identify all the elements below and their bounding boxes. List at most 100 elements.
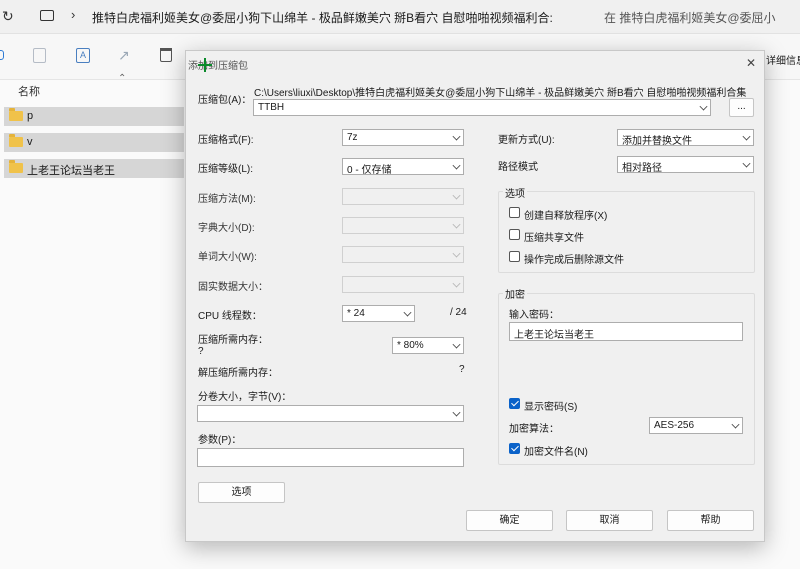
sort-chevron-icon: ⌃ — [118, 73, 127, 84]
folder-row[interactable]: p — [4, 107, 184, 126]
cursor-crosshair-icon — [198, 58, 212, 72]
chevron-right-icon: › — [71, 7, 76, 22]
level-value: 0 - 仅存储 — [347, 165, 392, 175]
method-select — [342, 188, 464, 205]
split-select[interactable] — [197, 405, 464, 422]
options-group-title: 选项 — [503, 185, 527, 200]
method-label: 压缩方法(M): — [198, 194, 256, 205]
delete-icon[interactable] — [160, 48, 172, 62]
chevron-down-icon — [731, 420, 740, 429]
chevron-down-icon — [452, 220, 461, 229]
show-password-label[interactable]: 显示密码(S) — [524, 398, 577, 413]
decomp-label: 解压缩所需内存： — [198, 368, 278, 379]
password-label: 输入密码： — [509, 310, 559, 321]
search-box[interactable]: 在 推特白虎福利姬美女@委屈小 — [604, 9, 794, 26]
password-input[interactable]: 上老王论坛当老王 — [509, 322, 743, 341]
mem-label: 压缩所需内存： — [198, 335, 268, 346]
close-icon[interactable]: ✕ — [746, 56, 756, 70]
word-label: 单词大小(W): — [198, 252, 257, 263]
format-value: 7z — [347, 132, 358, 143]
format-label: 压缩格式(F): — [198, 135, 254, 146]
ok-button[interactable]: 确定 — [466, 510, 553, 531]
archive-name-value: TTBH — [258, 102, 285, 113]
cancel-button[interactable]: 取消 — [566, 510, 653, 531]
mem-select[interactable]: * 80% — [392, 337, 464, 354]
sfx-checkbox[interactable] — [509, 207, 520, 218]
decomp-question: ? — [459, 364, 465, 375]
folder-row[interactable]: v — [4, 133, 184, 152]
archive-name-combo[interactable]: TTBH — [253, 99, 711, 116]
delete-source-checkbox[interactable] — [509, 251, 520, 262]
monitor-icon[interactable] — [40, 10, 54, 21]
update-label: 更新方式(U): — [498, 135, 555, 146]
chevron-down-icon — [742, 132, 751, 141]
refresh-icon[interactable]: ↻ — [2, 8, 14, 25]
help-button[interactable]: 帮助 — [667, 510, 754, 531]
folder-icon — [9, 160, 23, 173]
format-select[interactable]: 7z — [342, 129, 464, 146]
share-icon[interactable]: ↗ — [118, 47, 130, 64]
algorithm-select[interactable]: AES-256 — [649, 417, 743, 434]
split-label: 分卷大小，字节(V)： — [198, 392, 292, 403]
add-to-archive-dialog: 添加到压缩包 ✕ 压缩包(A)： C:\Users\liuxi\Desktop\… — [185, 50, 765, 542]
chevron-down-icon — [452, 191, 461, 200]
archive-path: C:\Users\liuxi\Desktop\推特白虎福利姬美女@委屈小狗下山绵… — [254, 88, 747, 99]
encrypt-names-checkbox[interactable] — [509, 443, 520, 454]
solid-select — [342, 276, 464, 293]
folder-name: v — [27, 136, 33, 148]
mem-value: * 80% — [397, 340, 424, 351]
path-mode-label: 路径模式 — [498, 162, 538, 173]
copy-icon[interactable] — [33, 48, 46, 63]
folder-icon — [9, 108, 23, 121]
solid-label: 固实数据大小： — [198, 282, 268, 293]
cpu-total: / 24 — [450, 307, 467, 318]
cpu-label: CPU 线程数： — [198, 311, 262, 322]
folder-name: p — [27, 110, 34, 122]
encryption-group-title: 加密 — [503, 286, 527, 301]
folder-row[interactable]: 上老王论坛当老王 — [4, 159, 184, 178]
chevron-down-icon — [452, 132, 461, 141]
dialog-title: 添加到压缩包 — [188, 61, 248, 72]
path-mode-value: 相对路径 — [622, 163, 662, 173]
algorithm-value: AES-256 — [654, 420, 695, 431]
chevron-down-icon — [452, 408, 461, 417]
level-select[interactable]: 0 - 仅存储 — [342, 158, 464, 175]
cpu-select[interactable]: * 24 — [342, 305, 415, 322]
path-mode-select[interactable]: 相对路径 — [617, 156, 754, 173]
archive-label: 压缩包(A)： — [198, 95, 252, 106]
details-button[interactable]: 详细信息 — [766, 52, 800, 67]
browse-button[interactable]: ... — [729, 98, 754, 117]
update-value: 添加并替换文件 — [622, 136, 692, 146]
shared-checkbox[interactable] — [509, 229, 520, 240]
chevron-down-icon — [452, 249, 461, 258]
folder-name: 上老王论坛当老王 — [27, 165, 115, 177]
chevron-down-icon — [403, 308, 412, 317]
mem-question: ? — [198, 346, 204, 357]
algorithm-label: 加密算法： — [509, 424, 559, 435]
encrypt-names-label[interactable]: 加密文件名(N) — [524, 443, 588, 458]
address-path[interactable]: 推特白虎福利姬美女@委屈小狗下山绵羊 - 极品鲜嫩美穴 掰B看穴 自慰啪啪视频福… — [92, 9, 562, 26]
new-icon[interactable] — [0, 50, 4, 60]
params-label: 参数(P)： — [198, 435, 242, 446]
chevron-down-icon — [452, 340, 461, 349]
sfx-label[interactable]: 创建自释放程序(X) — [524, 207, 607, 222]
dict-select — [342, 217, 464, 234]
chevron-down-icon — [452, 279, 461, 288]
delete-source-label[interactable]: 操作完成后删除源文件 — [524, 251, 624, 266]
shared-label[interactable]: 压缩共享文件 — [524, 229, 584, 244]
chevron-down-icon — [452, 161, 461, 170]
show-password-checkbox[interactable] — [509, 398, 520, 409]
params-input[interactable] — [197, 448, 464, 467]
column-header-name[interactable]: 名称 — [18, 83, 40, 99]
update-select[interactable]: 添加并替换文件 — [617, 129, 754, 146]
dict-label: 字典大小(D): — [198, 223, 255, 234]
chevron-down-icon — [699, 102, 708, 111]
folder-icon — [9, 134, 23, 147]
word-select — [342, 246, 464, 263]
chevron-down-icon — [742, 159, 751, 168]
level-label: 压缩等级(L): — [198, 164, 253, 175]
rename-icon[interactable]: A — [76, 48, 90, 63]
options-button[interactable]: 选项 — [198, 482, 285, 503]
cpu-value: * 24 — [347, 308, 365, 319]
explorer-titlebar: ↻ › 推特白虎福利姬美女@委屈小狗下山绵羊 - 极品鲜嫩美穴 掰B看穴 自慰啪… — [0, 0, 800, 34]
